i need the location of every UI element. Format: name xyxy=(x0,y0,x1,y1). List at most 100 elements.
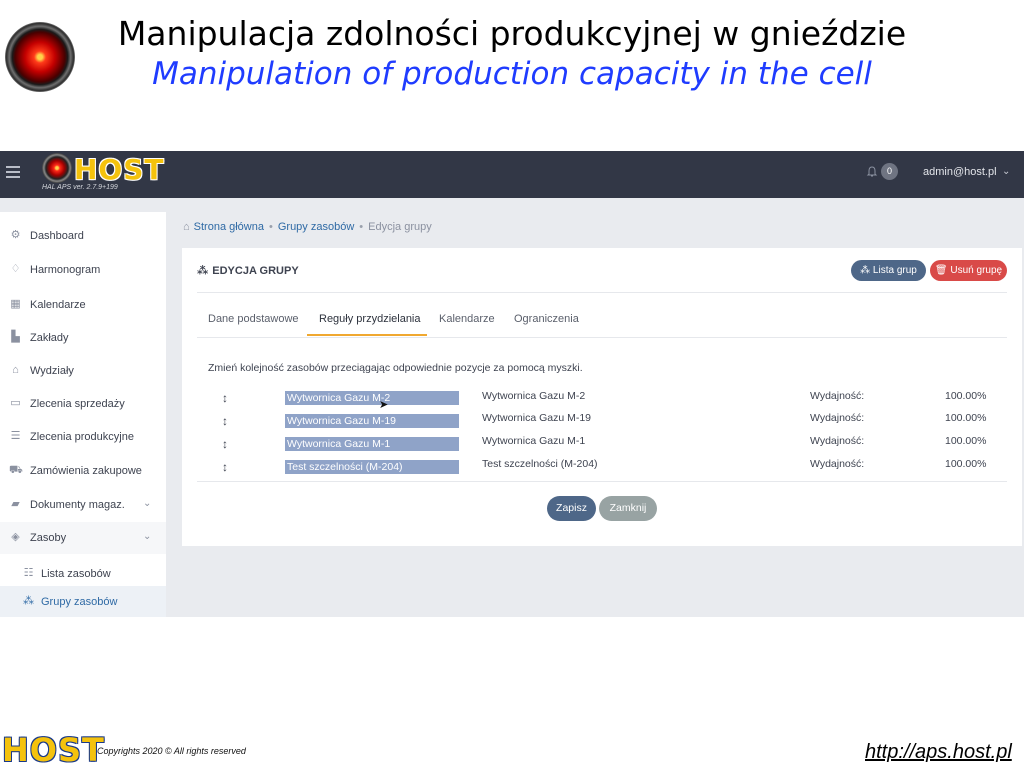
sidebar-item-zaklady[interactable]: ▙ Zakłady xyxy=(0,322,166,354)
brand-eye-icon xyxy=(42,153,72,183)
drag-handle-icon[interactable]: ↕ xyxy=(222,437,228,451)
group-list-label: Lista grup xyxy=(872,265,917,276)
sidebar-item-kalendarze[interactable]: ▦ Kalendarze xyxy=(0,289,166,321)
chevron-down-icon: ⌄ xyxy=(143,498,152,509)
sidebar-item-purchase-orders[interactable]: ⛟ Zamówienia zakupowe xyxy=(0,455,166,487)
credit-card-icon: ▭ xyxy=(10,397,21,409)
resource-name: Wytwornica Gazu M-19 xyxy=(482,412,592,424)
delete-group-label: Usuń grupę xyxy=(950,265,1003,276)
save-button[interactable]: Zapisz xyxy=(547,496,596,521)
calendar-icon: ▦ xyxy=(10,298,21,310)
sidebar-item-label: Grupy zasobów xyxy=(41,596,118,608)
sidebar-item-sales-orders[interactable]: ▭ Zlecenia sprzedaży xyxy=(0,388,166,420)
capacity-label: Wydajność: xyxy=(810,435,865,447)
sidebar: ⚙ Dashboard ♢ Harmonogram ▦ Kalendarze ▙ Zak… xyxy=(0,212,166,617)
tabs-divider xyxy=(197,337,1007,338)
sidebar-item-production-orders[interactable]: ☰ Zlecenia produkcyjne xyxy=(0,421,166,453)
breadcrumb: ⌂ Strona główna • Grupy zasobów • Edycja grup… xyxy=(183,221,432,233)
capacity-value: 100.00% xyxy=(945,412,987,424)
cubes-icon: ⁂ xyxy=(197,265,209,277)
capacity-value: 100.00% xyxy=(945,390,987,402)
capacity-label: Wydajność: xyxy=(810,412,865,424)
edit-group-card: ⁂ EDYCJA GRUPY ⁂ Lista grup 🗑 Usuń grupę … xyxy=(182,248,1022,546)
draggable-resource-item[interactable]: Wytwornica Gazu M-2 xyxy=(285,391,459,405)
breadcrumb-current: Edycja grupy xyxy=(368,221,432,233)
breadcrumb-home[interactable]: Strona główna xyxy=(194,221,264,233)
sidebar-item-label: Lista zasobów xyxy=(41,568,111,580)
group-list-button[interactable]: ⁂ Lista grup xyxy=(851,260,926,281)
close-button[interactable]: Zamknij xyxy=(599,496,657,521)
sidebar-item-label: Kalendarze xyxy=(30,299,86,311)
menu-icon[interactable] xyxy=(6,166,20,178)
rows-divider xyxy=(197,481,1007,482)
mouse-cursor-icon: ➤ xyxy=(379,399,389,411)
brand-wordmark: HOST xyxy=(74,153,165,186)
sidebar-item-label: Dokumenty magaz. xyxy=(30,499,125,511)
sidebar-item-label: Harmonogram xyxy=(30,264,101,276)
draggable-resource-item[interactable]: Wytwornica Gazu M-19 xyxy=(285,414,459,428)
breadcrumb-separator: • xyxy=(359,221,364,233)
brand-logo[interactable]: HOST xyxy=(42,152,164,186)
resource-name: Test szczelności (M-204) xyxy=(482,458,598,470)
sidebar-item-label: Zlecenia sprzedaży xyxy=(30,398,125,410)
sidebar-item-label: Zlecenia produkcyjne xyxy=(30,431,134,443)
sidebar-item-warehouse-docs[interactable]: ▰ Dokumenty magaz. ⌄ xyxy=(0,489,166,521)
copyright-text: Copyrights 2020 © All rights reserved xyxy=(97,746,246,756)
cubes-icon: ⁂ xyxy=(23,595,34,607)
slide-title-english: Manipulation of production capacity in t… xyxy=(152,56,872,92)
tab-limits[interactable]: Ograniczenia xyxy=(514,313,579,325)
card-title: ⁂ EDYCJA GRUPY xyxy=(197,264,299,277)
slide-title-polish: Manipulacja zdolności produkcyjnej w gni… xyxy=(117,14,907,53)
sidebar-item-dashboard[interactable]: ⚙ Dashboard xyxy=(0,220,166,252)
sidebar-item-harmonogram[interactable]: ♢ Harmonogram xyxy=(0,254,166,286)
drag-handle-icon[interactable]: ↕ xyxy=(222,391,228,405)
card-title-text: EDYCJA GRUPY xyxy=(212,265,299,277)
cube-icon: ◈ xyxy=(11,531,20,543)
capacity-label: Wydajność: xyxy=(810,390,865,402)
capacity-value: 100.00% xyxy=(945,435,987,447)
app-version: HAL APS ver. 2.7.9+199 xyxy=(42,184,118,191)
user-menu[interactable]: admin@host.pl xyxy=(923,166,997,178)
folder-icon: ▰ xyxy=(11,498,20,510)
app-window: HOST HAL APS ver. 2.7.9+199 0 admin@host… xyxy=(0,151,1024,617)
chevron-down-icon[interactable]: ⌄ xyxy=(1002,166,1010,177)
tab-assignment-rules[interactable]: Reguły przydzielania xyxy=(319,313,421,325)
home-icon[interactable]: ⌂ xyxy=(183,221,190,233)
active-tab-indicator xyxy=(307,334,427,336)
drag-handle-icon[interactable]: ↕ xyxy=(222,460,228,474)
cart-icon: ⛟ xyxy=(9,464,23,476)
sidebar-item-label: Wydziały xyxy=(30,365,74,377)
tab-calendars[interactable]: Kalendarze xyxy=(439,313,495,325)
breadcrumb-separator: • xyxy=(268,221,273,233)
footer-logo: HOST xyxy=(2,731,105,768)
drag-handle-icon[interactable]: ↕ xyxy=(222,414,228,428)
sidebar-item-zasoby[interactable]: ◈ Zasoby ⌄ xyxy=(0,522,166,554)
breadcrumb-groups[interactable]: Grupy zasobów xyxy=(278,221,354,233)
notification-count-badge[interactable]: 0 xyxy=(881,163,898,180)
tab-basic-data[interactable]: Dane podstawowe xyxy=(208,313,299,325)
schedule-icon: ♢ xyxy=(10,263,21,275)
factory-icon: ▙ xyxy=(11,331,20,343)
website-link[interactable]: http://aps.host.pl xyxy=(865,741,1012,764)
resource-name: Wytwornica Gazu M-1 xyxy=(482,435,586,447)
list-icon: ☰ xyxy=(10,430,21,442)
sidebar-item-wydzialy[interactable]: ⌂ Wydziały xyxy=(0,355,166,387)
chevron-down-icon: ⌄ xyxy=(143,531,152,542)
reorder-hint: Zmień kolejność zasobów przeciągając odp… xyxy=(208,362,583,374)
bell-icon[interactable] xyxy=(866,166,878,178)
resource-name: Wytwornica Gazu M-2 xyxy=(482,390,586,402)
sidebar-item-label: Zakłady xyxy=(30,332,69,344)
sidebar-item-label: Zasoby xyxy=(30,532,67,544)
sidebar-subitem-resource-groups[interactable]: ⁂ Grupy zasobów xyxy=(0,586,166,617)
capacity-value: 100.00% xyxy=(945,458,987,470)
sidebar-item-label: Zamówienia zakupowe xyxy=(30,465,142,477)
draggable-resource-item[interactable]: Wytwornica Gazu M-1 xyxy=(285,437,459,451)
card-divider xyxy=(197,292,1007,293)
building-icon: ⌂ xyxy=(12,364,19,376)
dashboard-icon: ⚙ xyxy=(10,229,21,241)
sidebar-item-label: Dashboard xyxy=(30,230,84,242)
list-icon: ☷ xyxy=(23,567,34,579)
draggable-resource-item[interactable]: Test szczelności (M-204) xyxy=(285,460,459,474)
delete-group-button[interactable]: 🗑 Usuń grupę xyxy=(930,260,1007,281)
top-bar: HOST HAL APS ver. 2.7.9+199 0 admin@host… xyxy=(0,151,1024,198)
